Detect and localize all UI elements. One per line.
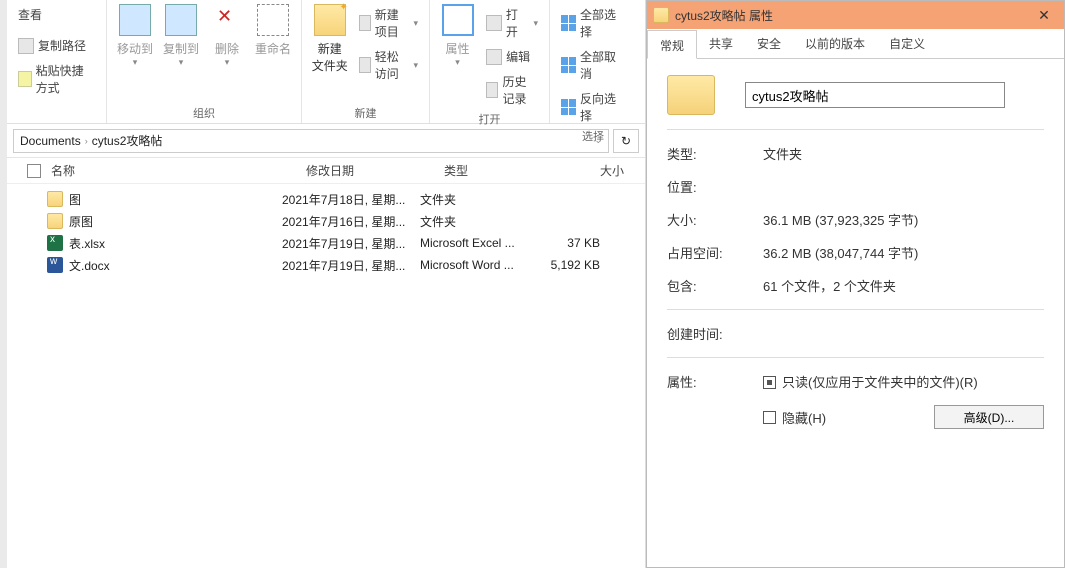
rename-button[interactable]: 重命名	[253, 4, 293, 57]
properties-tab[interactable]: 共享	[697, 29, 745, 58]
disk-label: 占用空间:	[667, 243, 763, 262]
readonly-checkbox[interactable]	[763, 376, 776, 389]
properties-tab[interactable]: 常规	[647, 30, 697, 59]
folder-large-icon	[667, 75, 715, 115]
file-name: 图	[69, 191, 81, 208]
ribbon: 查看 复制路径 粘贴快捷方式 移动到▾ 复制到▾ 删除▾ 重命名 组织 新建 文…	[7, 0, 645, 124]
file-name: 表.xlsx	[69, 235, 105, 252]
file-row[interactable]: 表.xlsx 2021年7月19日, 星期...Microsoft Excel .…	[27, 232, 645, 254]
hidden-text: 隐藏(H)	[782, 408, 826, 427]
breadcrumb-seg[interactable]: Documents	[20, 134, 81, 148]
size-value: 36.1 MB (37,923,325 字节)	[763, 210, 1044, 229]
history-button[interactable]: 历史记录	[483, 71, 541, 109]
view-button[interactable]: 查看	[15, 4, 98, 25]
folder-icon	[47, 213, 63, 229]
new-folder-button[interactable]: 新建 文件夹	[310, 4, 350, 74]
hidden-checkbox[interactable]	[763, 411, 776, 424]
select-none-button[interactable]: 全部取消	[558, 46, 628, 84]
close-button[interactable]: ✕	[1024, 1, 1064, 29]
file-date: 2021年7月16日, 星期...	[282, 213, 420, 230]
advanced-button[interactable]: 高级(D)...	[934, 405, 1044, 429]
file-size: 5,192 KB	[540, 258, 600, 272]
file-size: 37 KB	[540, 236, 600, 250]
type-value: 文件夹	[763, 144, 1044, 163]
open-group-label: 打开	[438, 109, 541, 127]
new-group-label: 新建	[310, 103, 421, 121]
docx-icon	[47, 257, 63, 273]
chevron-right-icon: ›	[85, 136, 88, 146]
size-label: 大小:	[667, 210, 763, 229]
properties-tab[interactable]: 自定义	[877, 29, 937, 58]
file-list: 图2021年7月18日, 星期...文件夹原图2021年7月16日, 星期...…	[7, 184, 645, 276]
file-row[interactable]: 图 2021年7月18日, 星期...文件夹	[27, 188, 645, 210]
new-item-button[interactable]: 新建项目▾	[356, 4, 421, 42]
copy-to-button[interactable]: 复制到▾	[161, 4, 201, 68]
file-row[interactable]: 文.docx 2021年7月19日, 星期...Microsoft Word ..…	[27, 254, 645, 276]
created-label: 创建时间:	[667, 324, 763, 343]
file-explorer: 查看 复制路径 粘贴快捷方式 移动到▾ 复制到▾ 删除▾ 重命名 组织 新建 文…	[7, 0, 646, 568]
folder-icon	[653, 7, 669, 23]
col-name[interactable]: 名称	[51, 162, 306, 179]
folder-icon	[47, 191, 63, 207]
invert-selection-button[interactable]: 反向选择	[558, 88, 628, 126]
properties-title-text: cytus2攻略帖 属性	[675, 7, 773, 24]
organize-group-label: 组织	[115, 103, 293, 121]
file-type: Microsoft Excel ...	[420, 236, 540, 250]
chevron-down-icon[interactable]: ⌄	[594, 135, 602, 146]
location-label: 位置:	[667, 177, 763, 196]
easy-access-button[interactable]: 轻松访问▾	[356, 46, 421, 84]
file-name: 原图	[69, 213, 93, 230]
select-all-checkbox[interactable]	[27, 164, 41, 178]
select-all-button[interactable]: 全部选择	[558, 4, 628, 42]
folder-name-input[interactable]	[745, 82, 1005, 108]
readonly-text: 只读(仅应用于文件夹中的文件)(R)	[782, 375, 978, 390]
file-row[interactable]: 原图 2021年7月16日, 星期...文件夹	[27, 210, 645, 232]
file-type: 文件夹	[420, 191, 540, 208]
breadcrumb-seg[interactable]: cytus2攻略帖	[92, 132, 163, 149]
disk-value: 36.2 MB (38,047,744 字节)	[763, 243, 1044, 262]
open-button[interactable]: 打开▾	[483, 4, 541, 42]
copy-path-button[interactable]: 复制路径	[15, 35, 98, 56]
contains-label: 包含:	[667, 276, 763, 295]
col-size[interactable]: 大小	[564, 162, 624, 179]
file-name: 文.docx	[69, 257, 110, 274]
refresh-button[interactable]: ↻	[613, 129, 639, 153]
contains-value: 61 个文件，2 个文件夹	[763, 276, 1044, 295]
file-type: Microsoft Word ...	[420, 258, 540, 272]
column-headers: 名称 修改日期 类型 大小	[7, 158, 645, 184]
type-label: 类型:	[667, 144, 763, 163]
xlsx-icon	[47, 235, 63, 251]
file-type: 文件夹	[420, 213, 540, 230]
file-date: 2021年7月19日, 星期...	[282, 235, 420, 252]
edit-button[interactable]: 编辑	[483, 46, 541, 67]
address-path[interactable]: Documents › cytus2攻略帖 ⌄	[13, 129, 609, 153]
file-date: 2021年7月19日, 星期...	[282, 257, 420, 274]
properties-tab[interactable]: 安全	[745, 29, 793, 58]
paste-shortcut-button[interactable]: 粘贴快捷方式	[15, 60, 98, 98]
properties-button[interactable]: 属性▾	[438, 4, 477, 68]
col-date[interactable]: 修改日期	[306, 162, 444, 179]
file-date: 2021年7月18日, 星期...	[282, 191, 420, 208]
properties-tab[interactable]: 以前的版本	[793, 29, 877, 58]
attributes-label: 属性:	[667, 372, 763, 391]
move-to-button[interactable]: 移动到▾	[115, 4, 155, 68]
address-bar: Documents › cytus2攻略帖 ⌄ ↻	[7, 124, 645, 158]
properties-dialog: cytus2攻略帖 属性 ✕ 常规共享安全以前的版本自定义 类型:文件夹 位置:…	[646, 0, 1065, 568]
properties-tabs: 常规共享安全以前的版本自定义	[647, 29, 1064, 59]
delete-button[interactable]: 删除▾	[207, 4, 247, 68]
properties-titlebar[interactable]: cytus2攻略帖 属性 ✕	[647, 1, 1064, 29]
col-type[interactable]: 类型	[444, 162, 564, 179]
